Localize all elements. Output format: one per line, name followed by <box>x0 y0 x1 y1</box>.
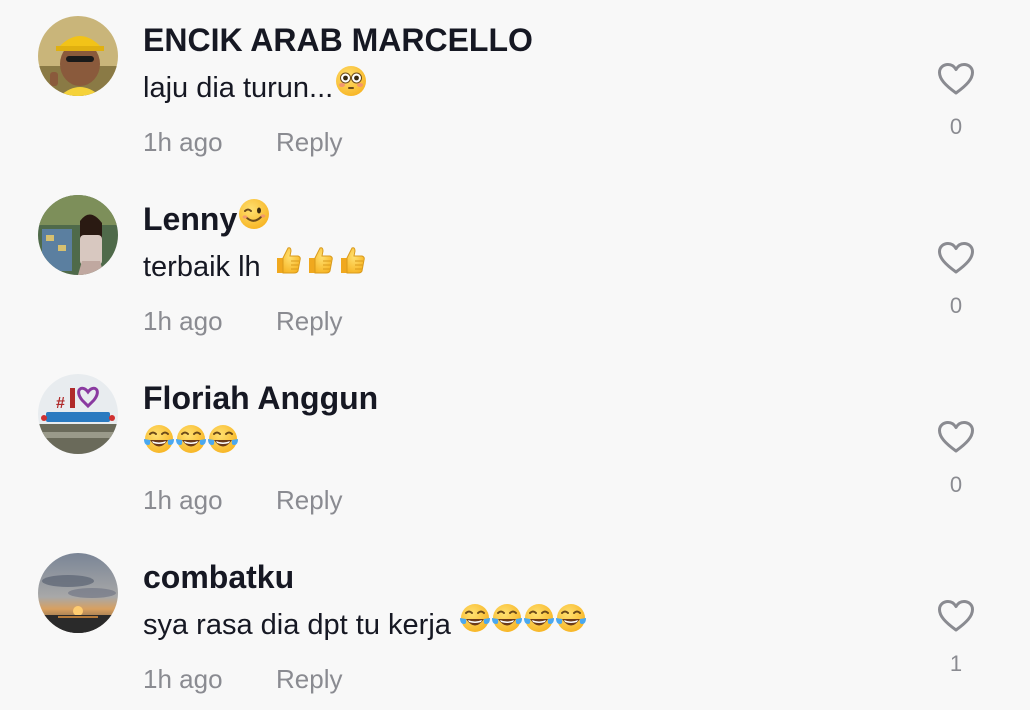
thumbs-up-emoji <box>271 244 303 287</box>
timestamp: 1h ago <box>143 127 223 157</box>
timestamp: 1h ago <box>143 306 223 336</box>
avatar[interactable] <box>38 195 118 275</box>
comment-text <box>143 423 239 466</box>
comment-text: terbaik lh <box>143 247 367 287</box>
avatar[interactable]: # <box>38 374 118 454</box>
comment-item: Lenny terbaik lh 1h ago Reply 0 <box>0 179 1030 358</box>
heart-outline-icon <box>938 63 974 95</box>
heart-outline-icon <box>938 421 974 453</box>
reply-button[interactable]: Reply <box>276 661 342 697</box>
username[interactable]: combatku <box>143 557 294 597</box>
svg-text:#: # <box>56 395 65 412</box>
tears-of-joy-emoji <box>491 602 523 645</box>
like-button[interactable] <box>932 62 980 101</box>
like-button[interactable] <box>932 241 980 280</box>
username[interactable]: Lenny <box>143 199 270 239</box>
like-count: 1 <box>949 651 963 676</box>
tears-of-joy-emoji <box>143 423 175 466</box>
heart-outline-icon <box>938 600 974 632</box>
tears-of-joy-emoji <box>555 602 587 645</box>
avatar[interactable] <box>38 553 118 633</box>
thumbs-up-emoji <box>335 244 367 287</box>
username[interactable]: ENCIK ARAB MARCELLO <box>143 20 533 60</box>
timestamp: 1h ago <box>143 485 223 515</box>
like-count: 0 <box>949 472 963 497</box>
comment-meta: 1h ago Reply <box>143 482 342 518</box>
comment-item: # Floriah Anggun 1h ago Reply 0 <box>0 358 1030 537</box>
comment-item: combatku sya rasa dia dpt tu kerja 1h ag… <box>0 537 1030 710</box>
reply-button[interactable]: Reply <box>276 482 342 518</box>
like-count: 0 <box>949 293 963 318</box>
flushed-face-emoji <box>335 65 367 108</box>
tears-of-joy-emoji <box>175 423 207 466</box>
winking-face-emoji <box>238 198 270 239</box>
timestamp: 1h ago <box>143 664 223 694</box>
comment-meta: 1h ago Reply <box>143 124 342 160</box>
comment-text: laju dia turun... <box>143 65 367 108</box>
reply-button[interactable]: Reply <box>276 303 342 339</box>
tears-of-joy-emoji <box>459 602 491 645</box>
like-count: 0 <box>949 114 963 139</box>
username[interactable]: Floriah Anggun <box>143 378 378 418</box>
comment-item: ENCIK ARAB MARCELLO laju dia turun... 1h… <box>0 0 1030 179</box>
reply-button[interactable]: Reply <box>276 124 342 160</box>
tears-of-joy-emoji <box>207 423 239 466</box>
like-button[interactable] <box>932 420 980 459</box>
comment-meta: 1h ago Reply <box>143 303 342 339</box>
heart-outline-icon <box>938 242 974 274</box>
comment-list: ENCIK ARAB MARCELLO laju dia turun... 1h… <box>0 0 1030 710</box>
avatar[interactable] <box>38 16 118 96</box>
comment-text: sya rasa dia dpt tu kerja <box>143 602 587 645</box>
thumbs-up-emoji <box>303 244 335 287</box>
comment-meta: 1h ago Reply <box>143 661 342 697</box>
like-button[interactable] <box>932 599 980 638</box>
tears-of-joy-emoji <box>523 602 555 645</box>
